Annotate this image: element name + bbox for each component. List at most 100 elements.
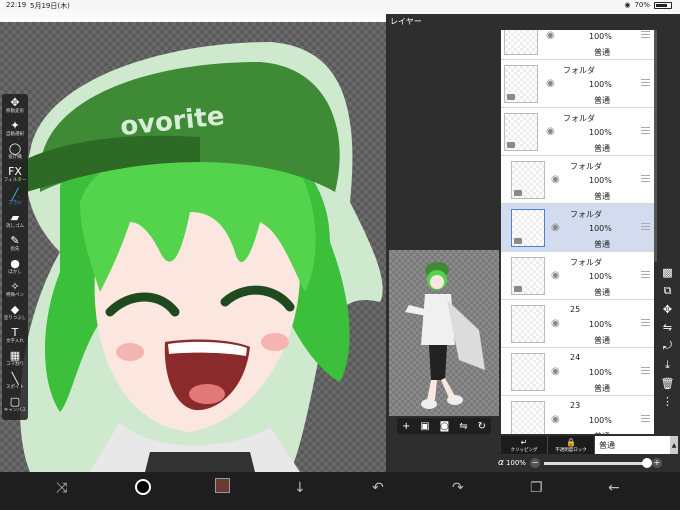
add-layer-icon[interactable]: + [402, 421, 410, 432]
flip-horizontal-icon[interactable]: ⇋ [459, 421, 467, 432]
more-icon[interactable]: ⋮ [662, 395, 673, 408]
opacity-decrease-button[interactable]: − [529, 458, 540, 468]
move-icon[interactable]: ✥ [663, 303, 672, 316]
layer-row[interactable]: ◉ フォルダ 100% 普通 [501, 252, 654, 300]
layer-panel: レイヤー + ▣ ◙ ⇋ ↻ ◉ 100% 普通 ◉ フォルダ 100% 普通 ◉ フォルダ 10… [386, 14, 680, 472]
opacity-slider-knob[interactable] [641, 457, 652, 468]
eye-icon[interactable]: ◉ [546, 126, 555, 137]
layer-thumbnail [511, 257, 545, 295]
filter-tool[interactable]: FX フィルター [2, 165, 28, 188]
add-image-layer-icon[interactable]: ▣ [420, 421, 429, 432]
brush-tool[interactable]: ╱ ブラシ [2, 188, 28, 211]
drag-handle-icon[interactable] [641, 127, 650, 134]
opacity-increase-button[interactable]: + [651, 458, 662, 468]
rotate-icon[interactable]: ↻ [478, 421, 486, 432]
layer-thumbnail [511, 209, 545, 247]
drawing-canvas[interactable]: ovorite ✥ 移動変形 ✦ 自動選択 ◯ 投げ縄 FX フィルター ╱ ブラシ ▰ 消しゴム ✎ 指… [0, 22, 386, 472]
merge-down-icon[interactable]: ⤓ [665, 358, 670, 372]
frame-divider-icon: ▦ [9, 349, 21, 362]
special-pen-tool[interactable]: ✧ 特殊ペン [2, 280, 28, 303]
eye-icon[interactable]: ◉ [551, 366, 560, 377]
canvas-icon: ▢ [9, 395, 21, 408]
merge-icon[interactable]: ⧉ [664, 284, 672, 298]
layer-row[interactable]: ◉ 23 100% 普通 [501, 396, 654, 434]
tool-label: 塗りつぶし [3, 316, 27, 321]
folder-icon [514, 190, 522, 196]
drag-handle-icon[interactable] [641, 415, 650, 422]
tool-label: ブラシ [8, 201, 22, 206]
layer-row[interactable]: ◉ 100% 普通 [501, 30, 654, 60]
drag-handle-icon[interactable] [641, 79, 650, 86]
eraser-tool[interactable]: ▰ 消しゴム [2, 211, 28, 234]
tool-label: フィルター [3, 178, 27, 183]
eyedropper-tool[interactable]: ╲ スポイト [2, 372, 28, 395]
layer-row[interactable]: ◉ フォルダ 100% 普通 [501, 60, 654, 108]
layer-blend-mode: 普通 [594, 431, 610, 434]
checker-icon[interactable]: ▩ [662, 266, 672, 279]
layers-icon[interactable]: ❐ [530, 480, 543, 496]
layer-blend-mode: 普通 [594, 96, 610, 105]
eye-icon[interactable]: ◉ [551, 174, 560, 185]
finger-icon: ✎ [10, 234, 20, 247]
rotate-layer-icon[interactable]: ⤾ [663, 339, 672, 353]
opacity-lock-button[interactable]: 🔒 不透明度ロック [548, 436, 595, 454]
text-tool[interactable]: T 文字入れ [2, 326, 28, 349]
special-pen-icon: ✧ [10, 280, 20, 293]
eye-icon[interactable]: ◉ [551, 270, 560, 281]
layer-opacity: 100% [589, 80, 612, 89]
eraser-icon: ▰ [10, 211, 20, 224]
layer-row[interactable]: ◉ フォルダ 100% 普通 [501, 156, 654, 204]
drag-handle-icon[interactable] [641, 223, 650, 230]
arrow-down-icon[interactable]: ↓ [294, 480, 306, 496]
layer-thumbnail [504, 113, 538, 151]
primary-color-button[interactable] [135, 479, 151, 495]
status-date: 5月19日(木) [30, 2, 70, 10]
auto-select-icon: ✦ [10, 119, 20, 132]
tool-label: スポイト [6, 385, 24, 390]
back-arrow-icon[interactable]: ← [608, 480, 620, 496]
drag-handle-icon[interactable] [641, 271, 650, 278]
redo-icon[interactable]: ↷ [452, 480, 464, 496]
eye-icon[interactable]: ◉ [551, 222, 560, 233]
fill-tool[interactable]: ◆ 塗りつぶし [2, 303, 28, 326]
layer-name: フォルダ [563, 114, 595, 123]
finger-tool[interactable]: ✎ 指先 [2, 234, 28, 257]
auto-select-tool[interactable]: ✦ 自動選択 [2, 119, 28, 142]
layer-scrollbar[interactable] [654, 30, 657, 262]
move-transform-tool[interactable]: ✥ 移動変形 [2, 96, 28, 119]
clipping-button[interactable]: ↵ クリッピング [501, 436, 548, 454]
layer-row[interactable]: ◉ フォルダ 100% 普通 [501, 204, 654, 252]
undo-icon[interactable]: ↶ [372, 480, 384, 496]
transform-icon[interactable]: ⤨ [56, 480, 67, 496]
drag-handle-icon[interactable] [641, 31, 650, 38]
layer-opacity: 100% [589, 368, 612, 377]
layer-opacity: 100% [589, 128, 612, 137]
tool-label: 文字入れ [6, 339, 24, 344]
drag-handle-icon[interactable] [641, 319, 650, 326]
lasso-tool[interactable]: ◯ 投げ縄 [2, 142, 28, 165]
drag-handle-icon[interactable] [641, 367, 650, 374]
folder-icon [507, 142, 515, 148]
eye-icon[interactable]: ◉ [551, 414, 560, 425]
layer-opacity: 100% [589, 272, 612, 281]
fill-icon: ◆ [10, 303, 20, 316]
canvas-preview[interactable] [389, 250, 499, 416]
secondary-color-button[interactable] [215, 478, 230, 493]
trash-icon[interactable]: 🗑 [661, 377, 675, 390]
flip-icon[interactable]: ⇋ [663, 321, 672, 334]
layer-row[interactable]: ◉ フォルダ 100% 普通 [501, 108, 654, 156]
eye-icon[interactable]: ◉ [546, 30, 555, 41]
folder-icon [514, 286, 522, 292]
eye-icon[interactable]: ◉ [551, 318, 560, 329]
frame-divider-tool[interactable]: ▦ コマ割り [2, 349, 28, 372]
eye-icon[interactable]: ◉ [546, 78, 555, 89]
blur-tool[interactable]: ● ぼかし [2, 257, 28, 280]
layer-row[interactable]: ◉ 25 100% 普通 [501, 300, 654, 348]
blend-mode-select[interactable]: 普通 ▲ [595, 436, 678, 454]
drag-handle-icon[interactable] [641, 175, 650, 182]
opacity-slider[interactable] [543, 457, 652, 468]
camera-icon[interactable]: ◙ [440, 421, 450, 432]
tool-label: コマ割り [6, 362, 24, 367]
layer-row[interactable]: ◉ 24 100% 普通 [501, 348, 654, 396]
canvas-tool[interactable]: ▢ キャンバス [2, 395, 28, 418]
